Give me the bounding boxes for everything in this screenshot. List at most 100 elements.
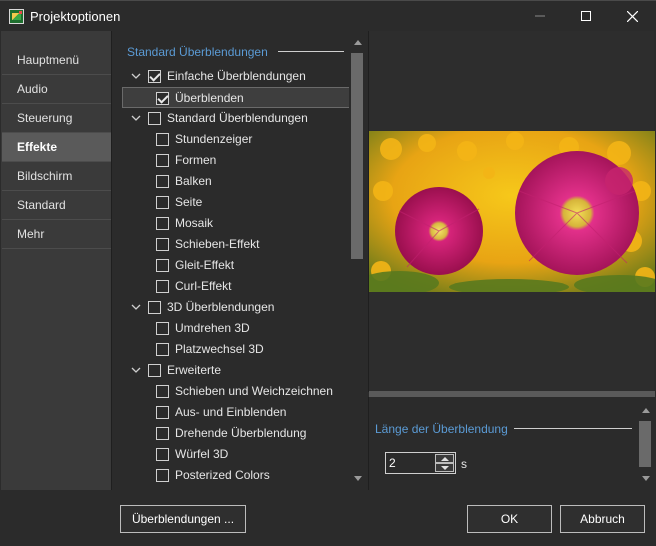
header-divider bbox=[514, 428, 632, 429]
tree-label: Standard Überblendungen bbox=[167, 111, 308, 125]
length-unit: s bbox=[461, 457, 467, 471]
checkbox[interactable] bbox=[148, 112, 161, 125]
header-divider bbox=[278, 51, 344, 52]
tree-item[interactable]: Würfel 3D bbox=[112, 444, 350, 465]
section-header: Standard Überblendungen bbox=[127, 45, 268, 59]
dialog-footer: Überblendungen ... OK Abbruch bbox=[0, 490, 656, 546]
checkbox[interactable] bbox=[156, 469, 169, 482]
transitions-tree: Standard Überblendungen Einfache Überble… bbox=[111, 31, 368, 490]
length-scrollbar[interactable] bbox=[637, 397, 655, 490]
checkbox[interactable] bbox=[156, 154, 169, 167]
checkbox[interactable] bbox=[156, 448, 169, 461]
tree-item[interactable]: Curl-Effekt bbox=[112, 276, 350, 297]
scroll-thumb[interactable] bbox=[351, 53, 363, 259]
checkbox[interactable] bbox=[156, 196, 169, 209]
checkbox[interactable] bbox=[156, 427, 169, 440]
ok-button[interactable]: OK bbox=[467, 505, 552, 533]
checkbox[interactable] bbox=[148, 70, 161, 83]
tree-label: Umdrehen 3D bbox=[175, 321, 250, 335]
checkbox[interactable] bbox=[156, 343, 169, 356]
tree-label: Schieben-Effekt bbox=[175, 237, 260, 251]
tree-item[interactable]: Formen bbox=[112, 150, 350, 171]
close-button[interactable] bbox=[609, 1, 655, 31]
tree-group-3d[interactable]: 3D Überblendungen bbox=[112, 297, 350, 318]
length-input[interactable] bbox=[389, 455, 433, 471]
maximize-icon bbox=[581, 11, 591, 21]
chevron-down-icon[interactable] bbox=[131, 365, 141, 375]
scroll-up-icon[interactable] bbox=[642, 408, 650, 413]
tree-item[interactable]: Schieben und Weichzeichnen bbox=[112, 381, 350, 402]
sidebar-item-mehr[interactable]: Mehr bbox=[2, 220, 111, 249]
chevron-down-icon[interactable] bbox=[131, 71, 141, 81]
checkbox[interactable] bbox=[156, 385, 169, 398]
checkbox[interactable] bbox=[156, 92, 169, 105]
checkbox[interactable] bbox=[148, 364, 161, 377]
sidebar-item-standard[interactable]: Standard bbox=[2, 191, 111, 220]
minimize-icon bbox=[535, 15, 545, 17]
checkbox[interactable] bbox=[156, 322, 169, 335]
tree-label: Würfel 3D bbox=[175, 447, 229, 461]
minimize-button[interactable] bbox=[517, 1, 563, 31]
tree-label: Gleit-Effekt bbox=[175, 258, 235, 272]
tree-item-ueberblenden[interactable]: Überblenden bbox=[122, 87, 351, 108]
scroll-down-icon[interactable] bbox=[354, 476, 362, 481]
checkbox[interactable] bbox=[156, 406, 169, 419]
app-icon bbox=[9, 9, 24, 24]
tree-label: Aus- und Einblenden bbox=[175, 405, 287, 419]
close-icon bbox=[626, 10, 638, 22]
tree-item[interactable]: Drehende Überblendung bbox=[112, 423, 350, 444]
cancel-button[interactable]: Abbruch bbox=[560, 505, 645, 533]
chevron-down-icon[interactable] bbox=[131, 113, 141, 123]
transitions-button[interactable]: Überblendungen ... bbox=[120, 505, 246, 533]
tree-item[interactable]: Mosaik bbox=[112, 213, 350, 234]
tree-label: Platzwechsel 3D bbox=[175, 342, 264, 356]
tree-group-standard[interactable]: Standard Überblendungen bbox=[112, 108, 350, 129]
checkbox[interactable] bbox=[156, 217, 169, 230]
tree-item[interactable]: Platzwechsel 3D bbox=[112, 339, 350, 360]
tree-label: Überblenden bbox=[175, 91, 244, 105]
preview-image bbox=[369, 131, 655, 292]
tree-item[interactable]: Seite bbox=[112, 192, 350, 213]
sidebar-item-audio[interactable]: Audio bbox=[2, 75, 111, 104]
tree-item[interactable]: Gleit-Effekt bbox=[112, 255, 350, 276]
scroll-thumb[interactable] bbox=[639, 421, 651, 467]
length-panel: Länge der Überblendung s bbox=[368, 397, 654, 490]
tree-scrollbar[interactable] bbox=[349, 31, 368, 490]
sidebar-item-bildschirm[interactable]: Bildschirm bbox=[2, 162, 111, 191]
tree-item[interactable]: Stundenzeiger bbox=[112, 129, 350, 150]
sidebar-item-effekte[interactable]: Effekte bbox=[2, 133, 111, 162]
preview-panel bbox=[368, 31, 655, 397]
tree-label: Einfache Überblendungen bbox=[167, 69, 306, 83]
tree-label: Stundenzeiger bbox=[175, 132, 253, 146]
length-stepper[interactable] bbox=[385, 452, 456, 474]
checkbox[interactable] bbox=[156, 280, 169, 293]
tree-group-einfache[interactable]: Einfache Überblendungen bbox=[112, 66, 350, 87]
tree-label: Erweiterte bbox=[167, 363, 222, 377]
scroll-down-icon[interactable] bbox=[642, 476, 650, 481]
decrement-icon[interactable] bbox=[435, 463, 454, 472]
checkbox[interactable] bbox=[156, 259, 169, 272]
tree-label: Posterized Colors bbox=[175, 468, 270, 482]
tree-item[interactable]: Posterized Colors bbox=[112, 465, 350, 486]
tree-label: Schieben und Weichzeichnen bbox=[175, 384, 333, 398]
maximize-button[interactable] bbox=[563, 1, 609, 31]
tree-label: Drehende Überblendung bbox=[175, 426, 307, 440]
tree-item[interactable]: Balken bbox=[112, 171, 350, 192]
increment-icon[interactable] bbox=[435, 454, 454, 463]
length-header: Länge der Überblendung bbox=[375, 422, 508, 436]
tree-group-erweiterte[interactable]: Erweiterte bbox=[112, 360, 350, 381]
checkbox[interactable] bbox=[156, 238, 169, 251]
sidebar-item-hauptmenu[interactable]: Hauptmenü bbox=[2, 46, 111, 75]
checkbox[interactable] bbox=[156, 175, 169, 188]
sidebar-item-steuerung[interactable]: Steuerung bbox=[2, 104, 111, 133]
title-bar: Projektoptionen bbox=[0, 0, 656, 31]
tree-item[interactable]: Schieben-Effekt bbox=[112, 234, 350, 255]
tree-label: Mosaik bbox=[175, 216, 214, 230]
checkbox[interactable] bbox=[156, 133, 169, 146]
tree-label: Curl-Effekt bbox=[175, 279, 232, 293]
scroll-up-icon[interactable] bbox=[354, 40, 362, 45]
checkbox[interactable] bbox=[148, 301, 161, 314]
chevron-down-icon[interactable] bbox=[131, 302, 141, 312]
tree-item[interactable]: Aus- und Einblenden bbox=[112, 402, 350, 423]
tree-item[interactable]: Umdrehen 3D bbox=[112, 318, 350, 339]
